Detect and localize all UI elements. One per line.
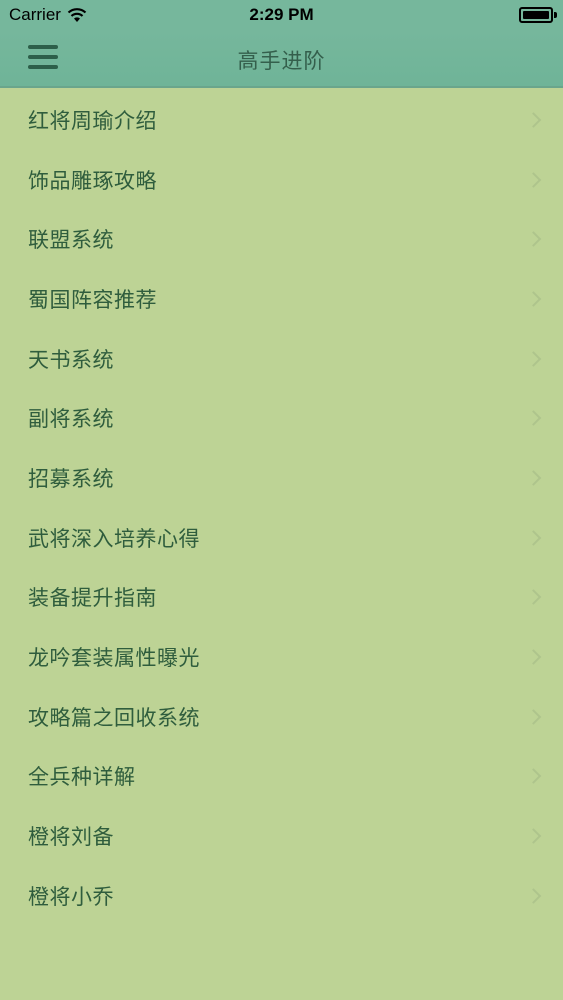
list-item-label: 蜀国阵容推荐 <box>28 287 157 312</box>
list-item[interactable]: 招募系统 <box>0 448 563 508</box>
chevron-right-icon <box>525 589 542 606</box>
chevron-right-icon <box>525 410 542 427</box>
chevron-right-icon <box>525 470 542 486</box>
status-time: 2:29 PM <box>249 5 314 24</box>
list-item-label: 武将深入培养心得 <box>28 526 200 551</box>
chevron-right-icon <box>525 708 542 725</box>
chevron-right-icon <box>525 828 542 844</box>
chevron-right-icon <box>525 350 542 367</box>
list-item[interactable]: 装备提升指南 <box>0 568 563 628</box>
list-item-label: 装备提升指南 <box>28 586 157 611</box>
list-item[interactable]: 龙吟套装属性曝光 <box>0 627 563 687</box>
chevron-right-icon <box>525 649 542 665</box>
list-item-label: 天书系统 <box>28 347 114 372</box>
list-item-label: 饰品雕琢攻略 <box>28 168 157 193</box>
chevron-right-icon <box>525 112 542 128</box>
list-item[interactable]: 天书系统 <box>0 329 563 389</box>
page-title: 高手进阶 <box>237 49 326 73</box>
list-item-label: 招募系统 <box>28 466 114 491</box>
chevron-right-icon <box>525 768 542 785</box>
list-item[interactable]: 副将系统 <box>0 388 563 448</box>
list-item[interactable]: 橙将小乔 <box>0 866 563 926</box>
list-item[interactable]: 饰品雕琢攻略 <box>0 150 563 210</box>
list-item-label: 攻略篇之回收系统 <box>28 705 200 730</box>
chevron-right-icon <box>525 529 542 546</box>
list-item[interactable]: 联盟系统 <box>0 209 563 269</box>
list-item-label: 联盟系统 <box>28 228 114 253</box>
list-item[interactable]: 蜀国阵容推荐 <box>0 269 563 329</box>
list-item-label: 红将周瑜介绍 <box>28 108 157 133</box>
battery-icon <box>519 7 557 23</box>
list-item[interactable]: 武将深入培养心得 <box>0 508 563 568</box>
list-item[interactable]: 攻略篇之回收系统 <box>0 687 563 747</box>
article-list: 红将周瑜介绍 饰品雕琢攻略 联盟系统 蜀国阵容推荐 天书系统 副将系统 招募系统… <box>0 90 563 926</box>
status-bar: Carrier 2:29 PM <box>0 0 563 30</box>
chevron-right-icon <box>525 231 542 247</box>
list-item-label: 副将系统 <box>28 407 114 432</box>
list-item-label: 橙将刘备 <box>28 825 114 850</box>
navigation-bar: 高手进阶 <box>0 30 563 88</box>
list-item-label: 龙吟套装属性曝光 <box>28 646 200 671</box>
list-item[interactable]: 全兵种详解 <box>0 747 563 807</box>
list-item[interactable]: 红将周瑜介绍 <box>0 90 563 150</box>
list-item-label: 橙将小乔 <box>28 884 114 909</box>
list-item-label: 全兵种详解 <box>28 765 136 790</box>
chevron-right-icon <box>525 888 542 904</box>
list-item[interactable]: 橙将刘备 <box>0 806 563 866</box>
chevron-right-icon <box>525 171 542 188</box>
chevron-right-icon <box>525 291 542 307</box>
